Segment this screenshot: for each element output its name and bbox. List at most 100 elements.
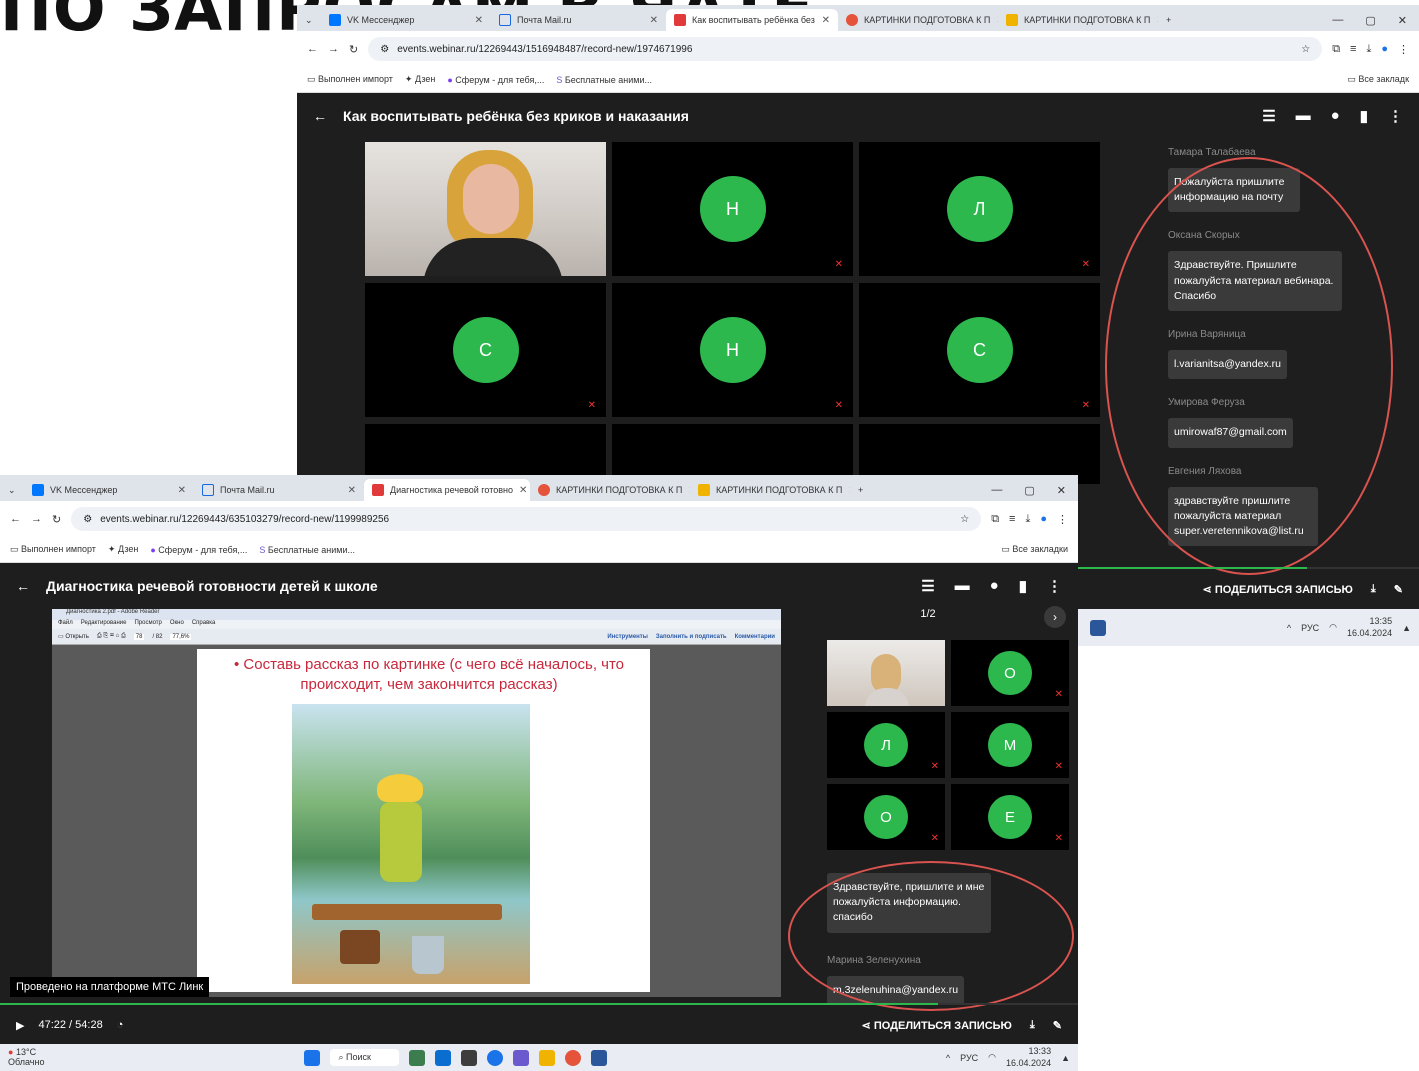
- file-icon[interactable]: ▮: [1360, 107, 1368, 125]
- wifi-icon[interactable]: ◠: [1329, 622, 1337, 633]
- bell-icon[interactable]: ▲: [1061, 1053, 1070, 1063]
- speed-icon[interactable]: ◔: [117, 1019, 124, 1031]
- tab-list-icon[interactable]: ⌄: [0, 479, 24, 501]
- edit-icon[interactable]: ✎: [1053, 1019, 1062, 1032]
- extensions-icon[interactable]: ⧉: [1332, 43, 1340, 56]
- app-icon[interactable]: [486, 1049, 503, 1066]
- word-icon[interactable]: [590, 1049, 607, 1066]
- close-window-icon[interactable]: ✕: [1057, 484, 1066, 497]
- url-field[interactable]: ⚙ events.webinar.ru/12269443/1516948487/r…: [368, 37, 1323, 61]
- profile-icon[interactable]: ●: [1040, 513, 1047, 525]
- language-indicator[interactable]: РУС: [960, 1053, 978, 1063]
- chat-icon[interactable]: ▬: [955, 577, 970, 595]
- weather-widget[interactable]: ● 13°C Облачно: [8, 1047, 44, 1068]
- reading-list-icon[interactable]: ≡: [1009, 513, 1015, 525]
- folder-icon[interactable]: [538, 1049, 555, 1066]
- download-icon[interactable]: ⤓: [1025, 513, 1030, 526]
- tab-mail[interactable]: Почта Mail.ru ✕: [491, 9, 666, 31]
- bell-icon[interactable]: ▲: [1402, 623, 1411, 633]
- bookmark-sferum[interactable]: ● Сферум - для тебя,...: [447, 75, 544, 85]
- app-icon[interactable]: [512, 1049, 529, 1066]
- app-icon[interactable]: [408, 1049, 425, 1066]
- close-icon[interactable]: ✕: [822, 15, 830, 26]
- menu-item[interactable]: Просмотр: [134, 620, 161, 629]
- tab-list-icon[interactable]: ⌄: [297, 9, 321, 31]
- menu-item[interactable]: Справка: [192, 620, 216, 629]
- bookmark-dzen[interactable]: ✦ Дзен: [108, 544, 138, 555]
- wifi-icon[interactable]: ◠: [988, 1052, 996, 1063]
- more-icon[interactable]: ⋮: [1388, 107, 1403, 125]
- start-icon[interactable]: [304, 1049, 321, 1066]
- url-field[interactable]: ⚙ events.webinar.ru/12269443/635103279/re…: [71, 507, 982, 531]
- participants-list-icon[interactable]: ☰: [921, 577, 934, 595]
- site-info-icon[interactable]: ⚙: [83, 514, 92, 525]
- tab-mail[interactable]: Почта Mail.ru ✕: [194, 479, 364, 501]
- chrome-icon[interactable]: [564, 1049, 581, 1066]
- all-bookmarks[interactable]: ▭ Все закладк: [1347, 74, 1409, 85]
- edit-icon[interactable]: ✎: [1394, 583, 1403, 596]
- menu-icon[interactable]: ⋮: [1398, 43, 1409, 56]
- toolbar-icons[interactable]: ⎙ ⎘ ✉ ⌂ ⎙: [97, 633, 126, 640]
- reload-icon[interactable]: ↻: [349, 43, 358, 56]
- restore-icon[interactable]: ▢: [1024, 484, 1034, 497]
- minimize-icon[interactable]: —: [1332, 14, 1343, 26]
- tab-active[interactable]: Как воспитывать ребёнка без ✕: [666, 9, 838, 31]
- bookmark-import[interactable]: ▭ Выполнен импорт: [10, 544, 96, 555]
- download-icon[interactable]: ⤓: [1371, 583, 1376, 596]
- bookmark-dzen[interactable]: ✦ Дзен: [405, 74, 435, 85]
- person-icon[interactable]: ●: [990, 577, 999, 595]
- pdf-fill-sign-link[interactable]: Заполнить и подписать: [656, 634, 727, 640]
- forward-icon[interactable]: →: [328, 43, 339, 55]
- reload-icon[interactable]: ↻: [52, 513, 61, 526]
- open-button[interactable]: ▭ Открыть: [58, 633, 89, 640]
- app-icon[interactable]: [460, 1049, 477, 1066]
- person-icon[interactable]: ●: [1331, 107, 1340, 125]
- back-arrow-icon[interactable]: ←: [16, 578, 30, 594]
- taskbar-search[interactable]: ⌕ Поиск: [330, 1049, 399, 1066]
- tab-kartinki-1[interactable]: КАРТИНКИ ПОДГОТОВКА К П✕: [838, 9, 998, 31]
- bookmark-anim[interactable]: S Бесплатные аними...: [556, 75, 652, 85]
- new-tab-button[interactable]: +: [1158, 9, 1182, 31]
- close-icon[interactable]: ✕: [348, 485, 356, 496]
- all-bookmarks[interactable]: ▭ Все закладки: [1001, 544, 1068, 555]
- minimize-icon[interactable]: —: [991, 484, 1002, 496]
- download-icon[interactable]: ⤓: [1366, 43, 1371, 56]
- tab-kartinki-2[interactable]: КАРТИНКИ ПОДГОТОВКА К П✕: [690, 479, 850, 501]
- tab-kartinki-2[interactable]: КАРТИНКИ ПОДГОТОВКА К П✕: [998, 9, 1158, 31]
- tab-vk[interactable]: VK Мессенджер ✕: [24, 479, 194, 501]
- close-window-icon[interactable]: ✕: [1398, 14, 1407, 27]
- back-arrow-icon[interactable]: ←: [313, 108, 327, 124]
- share-button[interactable]: ⋖ ПОДЕЛИТЬСЯ ЗАПИСЬЮ: [1203, 583, 1353, 596]
- chat-icon[interactable]: ▬: [1296, 107, 1311, 125]
- tab-active[interactable]: Диагностика речевой готовно ✕: [364, 479, 530, 501]
- star-icon[interactable]: ☆: [960, 514, 969, 525]
- menu-item[interactable]: Файл: [58, 620, 73, 629]
- bookmark-sferum[interactable]: ● Сферум - для тебя,...: [150, 545, 247, 555]
- pdf-comments-link[interactable]: Комментарии: [735, 634, 775, 640]
- chevron-up-icon[interactable]: ^: [946, 1053, 950, 1063]
- pdf-tools-link[interactable]: Инструменты: [607, 634, 648, 640]
- reading-list-icon[interactable]: ≡: [1350, 43, 1356, 55]
- menu-icon[interactable]: ⋮: [1057, 513, 1068, 526]
- new-tab-button[interactable]: +: [850, 479, 874, 501]
- next-page-button[interactable]: ›: [1044, 606, 1066, 628]
- close-icon[interactable]: ✕: [178, 485, 186, 496]
- extensions-icon[interactable]: ⧉: [991, 513, 999, 526]
- restore-icon[interactable]: ▢: [1365, 14, 1375, 27]
- close-icon[interactable]: ✕: [519, 485, 527, 496]
- bookmark-anim[interactable]: S Бесплатные аними...: [259, 545, 355, 555]
- star-icon[interactable]: ☆: [1301, 44, 1310, 55]
- app-icon[interactable]: [434, 1049, 451, 1066]
- profile-icon[interactable]: ●: [1381, 43, 1388, 55]
- close-icon[interactable]: ✕: [475, 15, 483, 26]
- file-icon[interactable]: ▮: [1019, 577, 1027, 595]
- chevron-up-icon[interactable]: ^: [1287, 623, 1291, 633]
- play-button[interactable]: ▶: [16, 1019, 24, 1032]
- tab-vk[interactable]: VK Мессенджер ✕: [321, 9, 491, 31]
- word-icon[interactable]: [1090, 619, 1106, 636]
- back-icon[interactable]: ←: [10, 513, 21, 525]
- download-icon[interactable]: ⤓: [1030, 1019, 1035, 1032]
- menu-item[interactable]: Окно: [170, 620, 184, 629]
- tab-kartinki-1[interactable]: КАРТИНКИ ПОДГОТОВКА К П✕: [530, 479, 690, 501]
- participants-list-icon[interactable]: ☰: [1262, 107, 1275, 125]
